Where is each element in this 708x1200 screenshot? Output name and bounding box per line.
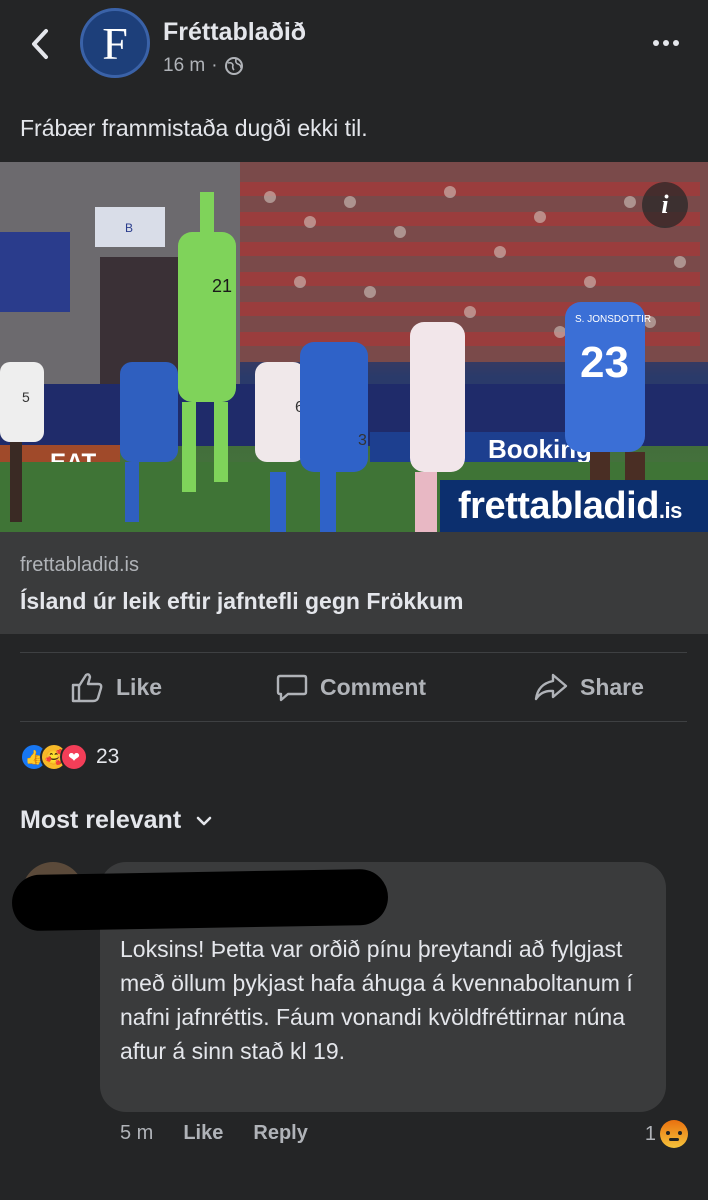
jersey-number-3: 3 xyxy=(358,432,367,449)
jersey-name-text: S. JONSDOTTIR xyxy=(575,314,651,325)
avatar-letter: F xyxy=(102,17,128,69)
post-actions-bar: Like Comment Share xyxy=(20,652,687,722)
globe-icon xyxy=(224,57,243,75)
comment-reaction-count: 1 xyxy=(644,1122,656,1145)
info-button[interactable]: i xyxy=(642,182,688,228)
share-label: Share xyxy=(580,673,644,700)
comment-like-button[interactable]: Like xyxy=(183,1122,223,1145)
chevron-down-icon xyxy=(196,816,212,825)
comment-button[interactable]: Comment xyxy=(276,653,426,721)
info-icon: i xyxy=(661,190,669,219)
comment-reply-button[interactable]: Reply xyxy=(253,1122,307,1145)
watermark-logo: frettabladid .is xyxy=(440,480,708,532)
love-reaction-icon: ❤ xyxy=(60,743,88,771)
more-dot-icon xyxy=(653,40,659,46)
comment-text: Loksins! Þetta var orðið pínu þreytandi … xyxy=(120,936,633,1064)
share-arrow-icon xyxy=(534,673,568,701)
page-avatar[interactable]: F xyxy=(80,8,150,78)
more-dot-icon xyxy=(673,40,679,46)
like-button[interactable]: Like xyxy=(70,653,162,721)
link-domain: frettabladid.is xyxy=(20,554,139,576)
jersey-number-5: 5 xyxy=(22,389,30,405)
watermark-main: frettabladid xyxy=(458,484,659,527)
reaction-count: 23 xyxy=(96,745,120,768)
back-button[interactable] xyxy=(22,24,58,64)
meta-separator: · xyxy=(211,55,218,76)
jersey-number-21: 21 xyxy=(212,276,232,296)
post-photo[interactable]: B EAT Booking 5 21 6 xyxy=(0,162,708,532)
comments-sort-dropdown[interactable]: Most relevant xyxy=(20,806,213,835)
link-preview[interactable]: frettabladid.is Ísland úr leik eftir jaf… xyxy=(0,532,708,634)
comment-bubble-icon xyxy=(276,674,308,702)
sort-label: Most relevant xyxy=(20,806,182,834)
post-header: F Fréttablaðið 16 m · xyxy=(0,0,708,100)
comment-reaction[interactable]: 1 xyxy=(645,1120,688,1148)
post-time[interactable]: 16 m xyxy=(163,55,205,77)
more-dot-icon xyxy=(663,40,669,46)
reactions-summary[interactable]: 👍 🥰 ❤ 23 xyxy=(20,742,119,772)
comment-time[interactable]: 5 m xyxy=(120,1122,153,1145)
post-meta: 16 m · xyxy=(163,55,244,77)
comment-label: Comment xyxy=(320,673,427,700)
stand-letter-text: B xyxy=(125,221,133,235)
comment-actions: 5 m Like Reply xyxy=(120,1122,308,1145)
angry-reaction-icon xyxy=(660,1120,688,1148)
share-button[interactable]: Share xyxy=(534,653,644,721)
watermark-suffix: .is xyxy=(658,498,682,523)
page-name[interactable]: Fréttablaðið xyxy=(163,18,306,47)
post-caption: Frábær frammistaða dugði ekki til. xyxy=(20,115,368,141)
link-title: Ísland úr leik eftir jafntefli gegn Frök… xyxy=(20,588,464,614)
redaction-bar xyxy=(11,868,389,932)
match-photo-illustration: B EAT Booking 5 21 6 xyxy=(0,162,708,532)
like-label: Like xyxy=(116,673,163,700)
thumbs-up-icon xyxy=(71,673,103,703)
jersey-number-23: 23 xyxy=(580,338,629,387)
chevron-left-icon xyxy=(32,29,48,59)
more-options-button[interactable] xyxy=(646,28,686,58)
